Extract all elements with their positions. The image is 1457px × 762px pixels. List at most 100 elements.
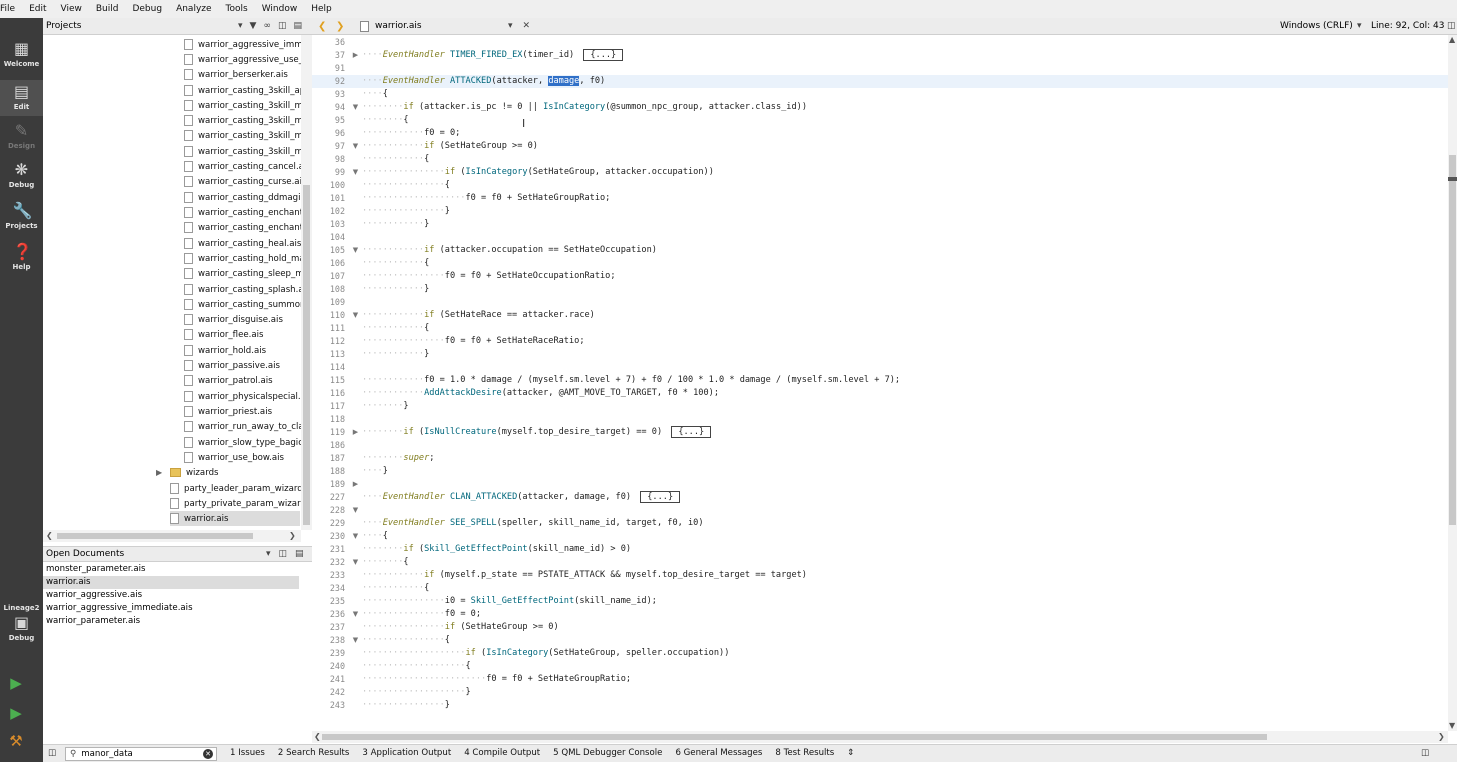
line-number[interactable]: 109 [312, 296, 345, 309]
line-number[interactable]: 232 [312, 556, 345, 569]
scrollbar-thumb[interactable] [57, 533, 253, 539]
tree-file[interactable]: warrior_casting_enchant [184, 220, 312, 235]
mode-help[interactable]: ❓ Help [0, 243, 43, 279]
tree-file[interactable]: warrior_berserker.ais [184, 67, 312, 82]
locator-input[interactable] [81, 749, 197, 759]
fold-collapse-icon[interactable]: ▼ [351, 309, 360, 322]
tree-file[interactable]: warrior_aggressive_use_l [184, 52, 312, 67]
open-documents-title[interactable]: Open Documents [46, 549, 266, 559]
line-number-gutter[interactable]: 36 37 ▶ 91 92 93 94 ▼ 95 96 97 ▼ 98 99 ▼ 100 101 102 103 10… [312, 35, 362, 731]
menu-analyze[interactable]: Analyze [169, 4, 218, 14]
tree-file[interactable]: party_leader_param_wizard. [170, 481, 312, 496]
line-number[interactable]: 108 [312, 283, 345, 296]
tab-issues[interactable]: 1 Issues [230, 748, 265, 758]
line-number[interactable]: 91 [312, 62, 345, 75]
line-number[interactable]: 233 [312, 569, 345, 582]
line-number[interactable]: 228 [312, 504, 345, 517]
line-number[interactable]: 188 [312, 465, 345, 478]
line-number[interactable]: 111 [312, 322, 345, 335]
clear-icon[interactable]: ✕ [203, 749, 213, 759]
split-icon[interactable]: ◫ [279, 549, 288, 559]
tree-file[interactable]: warrior_slow_type_bagic [184, 435, 312, 450]
chevron-down-icon[interactable]: ▾ [238, 21, 243, 31]
tree-file[interactable]: warrior_casting_enchant [184, 205, 312, 220]
editor-vertical-scrollbar[interactable]: ▲ ▼ [1448, 35, 1457, 731]
line-number[interactable]: 227 [312, 491, 345, 504]
line-number[interactable]: 105 [312, 244, 345, 257]
projects-vertical-scrollbar[interactable] [301, 35, 312, 530]
toggle-sidebar-icon[interactable]: ◫ [48, 748, 56, 758]
scrollbar-thumb[interactable] [303, 185, 310, 525]
filter-icon[interactable]: ▼ [250, 21, 257, 31]
line-number[interactable]: 242 [312, 686, 345, 699]
tree-file[interactable]: warrior_casting_heal.ais [184, 236, 312, 251]
menu-build[interactable]: Build [89, 4, 126, 14]
tree-file[interactable]: warrior_casting_3skill_m [184, 128, 312, 143]
tree-file[interactable]: warrior_priest.ais [184, 404, 312, 419]
tree-file[interactable]: warrior_casting_3skill_ap [184, 83, 312, 98]
fold-expand-icon[interactable]: ▶ [351, 478, 360, 491]
line-number[interactable]: 93 [312, 88, 345, 101]
fold-collapse-icon[interactable]: ▼ [351, 634, 360, 647]
tree-file[interactable]: warrior_casting_curse.ais [184, 174, 312, 189]
build-icon[interactable]: ⚒ [7, 732, 25, 750]
list-item[interactable]: warrior.ais [43, 576, 299, 589]
fold-collapse-icon[interactable]: ▼ [351, 101, 360, 114]
tree-file[interactable]: warrior_aggressive_imm [184, 37, 312, 52]
tab-general-messages[interactable]: 6 General Messages [675, 748, 762, 758]
line-number[interactable]: 101 [312, 192, 345, 205]
forward-icon[interactable]: ❯ [336, 21, 348, 32]
tree-file[interactable]: warrior_casting_3skill_m [184, 144, 312, 159]
tree-file[interactable]: warrior_hold.ais [184, 343, 312, 358]
line-number[interactable]: 117 [312, 400, 345, 413]
line-number[interactable]: 230 [312, 530, 345, 543]
line-number[interactable]: 229 [312, 517, 345, 530]
run-icon[interactable]: ▶ [7, 674, 25, 692]
line-number[interactable]: 231 [312, 543, 345, 556]
menu-file[interactable]: File [0, 4, 22, 14]
scroll-right-icon[interactable]: ❯ [289, 531, 296, 540]
tree-file[interactable]: warrior_casting_ddmagi [184, 190, 312, 205]
tab-qml-debugger-console[interactable]: 5 QML Debugger Console [553, 748, 662, 758]
line-number[interactable]: 114 [312, 361, 345, 374]
scroll-down-icon[interactable]: ▼ [1449, 721, 1455, 730]
menu-tools[interactable]: Tools [219, 4, 255, 14]
fold-collapse-icon[interactable]: ▼ [351, 166, 360, 179]
tree-file[interactable]: warrior_casting_3skill_m [184, 113, 312, 128]
tree-file[interactable]: warrior_casting_sleep_m [184, 266, 312, 281]
scrollbar-thumb[interactable] [1449, 155, 1456, 525]
open-documents-list[interactable]: monster_parameter.ais warrior.ais warrio… [43, 563, 312, 744]
menu-view[interactable]: View [54, 4, 89, 14]
tree-file[interactable]: warrior_disguise.ais [184, 312, 312, 327]
fold-collapse-icon[interactable]: ▼ [351, 556, 360, 569]
line-number[interactable]: 103 [312, 218, 345, 231]
close-pane-icon[interactable]: ▤ [295, 549, 304, 559]
line-number[interactable]: 116 [312, 387, 345, 400]
tree-file[interactable]: warrior_casting_3skill_m [184, 98, 312, 113]
line-number[interactable]: 107 [312, 270, 345, 283]
code-editor[interactable]: ····EventHandler TIMER_FIRED_EX(timer_id… [362, 35, 1448, 731]
scroll-left-icon[interactable]: ❮ [46, 531, 53, 540]
kit-selector[interactable]: Lineage2 ▣ Debug [0, 604, 43, 656]
line-number[interactable]: 239 [312, 647, 345, 660]
split-icon[interactable]: ◫ [278, 21, 287, 31]
line-number[interactable]: 37 [312, 49, 345, 62]
line-number[interactable]: 96 [312, 127, 345, 140]
line-number[interactable]: 234 [312, 582, 345, 595]
mode-debug[interactable]: ❋ Debug [0, 161, 43, 197]
line-number[interactable]: 104 [312, 231, 345, 244]
tab-application-output[interactable]: 3 Application Output [362, 748, 451, 758]
tab-test-results[interactable]: 8 Test Results [775, 748, 834, 758]
tree-file[interactable]: warrior_use_bow.ais [184, 450, 312, 465]
line-number[interactable]: 99 [312, 166, 345, 179]
fold-collapse-icon[interactable]: ▼ [351, 140, 360, 153]
line-number[interactable]: 98 [312, 153, 345, 166]
toggle-output-icon[interactable]: ◫ [1421, 748, 1429, 758]
line-number[interactable]: 112 [312, 335, 345, 348]
scroll-up-icon[interactable]: ▲ [1449, 35, 1455, 44]
cursor-position[interactable]: Line: 92, Col: 43 [1371, 21, 1444, 31]
chevron-down-icon[interactable]: ▾ [266, 549, 271, 559]
list-item[interactable]: warrior_aggressive_immediate.ais [43, 602, 299, 615]
fold-collapse-icon[interactable]: ▼ [351, 504, 360, 517]
line-number[interactable]: 113 [312, 348, 345, 361]
